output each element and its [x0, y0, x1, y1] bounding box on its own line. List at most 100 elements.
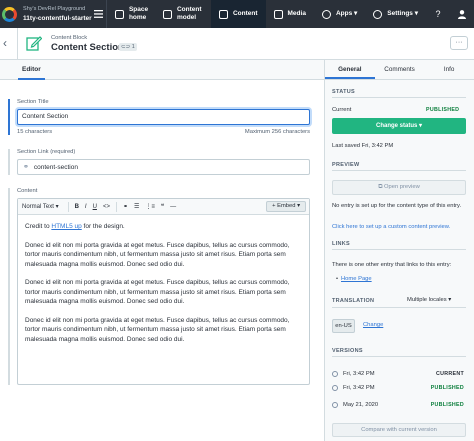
nav-label: Content [232, 10, 258, 17]
embed-button[interactable]: + Embed ▾ [266, 201, 306, 212]
rich-text-editor[interactable]: Normal Text ▾ B I U <> ⚭ ☰ ⋮≡ ❝ — + Embe… [17, 198, 310, 385]
last-saved: Last saved Fri, 3:42 PM [332, 143, 394, 149]
field-section-title: Section Title Content Section 15 charact… [8, 99, 314, 135]
tab-general[interactable]: General [325, 60, 375, 79]
content-model-icon [162, 9, 172, 19]
quote-icon[interactable]: ❝ [161, 203, 164, 210]
home-icon [114, 9, 124, 19]
linked-entry-bullet: • [336, 276, 339, 282]
help-icon[interactable]: ? [426, 0, 450, 28]
linked-entry-link[interactable]: Home Page [341, 276, 372, 282]
space-subtitle: Shy's DevRel Playground [23, 6, 86, 12]
field-section-link: Section Link (required) ⚭ content-sectio… [8, 149, 314, 175]
chevron-down-icon: ▾ [414, 10, 418, 17]
more-actions-button[interactable]: ··· [450, 36, 468, 50]
nav-apps[interactable]: Apps ▾ [314, 0, 365, 28]
text: Credit to [25, 223, 52, 230]
user-icon[interactable] [450, 0, 474, 28]
settings-icon [373, 9, 383, 19]
version-date: May 21, 2020 [343, 402, 379, 408]
nav-label: Settings [387, 10, 413, 17]
locale-mode-dropdown[interactable]: Multiple locales ▾ [407, 297, 451, 303]
nav-content-model[interactable]: Content model [155, 0, 211, 28]
version-row[interactable]: Fri, 3:42 PM PUBLISHED [332, 385, 464, 391]
section-link-input[interactable]: ⚭ content-section [17, 159, 310, 175]
nav-content[interactable]: Content [210, 0, 266, 28]
menu-icon[interactable] [92, 0, 107, 28]
radio-button[interactable] [332, 385, 338, 391]
locale-badge: en-US [332, 319, 355, 333]
contentful-logo[interactable] [0, 0, 19, 28]
horizontal-rule-icon[interactable]: — [170, 204, 176, 210]
entry-header: ‹ Content Block Content Section ⊂⊃ 1 ··· [0, 28, 474, 60]
nav-space-home[interactable]: Space home [107, 0, 155, 28]
radio-button[interactable] [332, 371, 338, 377]
version-row[interactable]: May 21, 2020 PUBLISHED [332, 402, 464, 408]
nav-label: Apps [335, 10, 353, 17]
html5up-link[interactable]: HTML5 up [51, 223, 81, 230]
main-nav: Space home Content model Content Media A… [107, 0, 426, 28]
bulleted-list-icon[interactable]: ☰ [134, 203, 139, 210]
preview-note: No entry is set up for the content type … [332, 203, 462, 209]
change-locale-link[interactable]: Change [363, 322, 383, 328]
space-name: 11ty-contentful-starter [23, 15, 92, 22]
field-label: Section Link (required) [17, 149, 76, 155]
nav-label: Space home [128, 6, 149, 21]
open-preview-button[interactable]: ⧉ Open preview [332, 180, 466, 195]
version-row[interactable]: Fri, 3:42 PM CURRENT [332, 371, 464, 377]
field-label: Content [17, 188, 38, 194]
field-label: Section Title [17, 99, 49, 105]
version-date: Fri, 3:42 PM [343, 385, 375, 391]
change-status-button[interactable]: Change status ▾ [332, 118, 466, 134]
paragraph: Donec id elit non mi porta gravida at eg… [25, 279, 290, 305]
nav-media[interactable]: Media [266, 0, 314, 28]
code-icon[interactable]: <> [103, 204, 110, 210]
version-status: PUBLISHED [430, 385, 464, 391]
apps-icon [321, 9, 331, 19]
text: for the design. [81, 223, 125, 230]
editor-tab-bar: Editor [0, 60, 324, 80]
nav-label: Media [287, 10, 306, 17]
status-heading: STATUS [332, 89, 355, 95]
divider [332, 307, 466, 308]
paragraph: Donec id elit non mi porta gravida at eg… [25, 241, 290, 268]
hyperlink-icon[interactable]: ⚭ [123, 203, 128, 210]
chevron-down-icon: ▾ [354, 10, 358, 17]
divider [332, 356, 466, 357]
entry-edit-icon [26, 36, 42, 51]
top-bar-right: ? [426, 0, 474, 28]
rich-text-body[interactable]: Credit to HTML5 up for the design. Donec… [18, 215, 309, 344]
section-title-input[interactable]: Content Section [17, 109, 310, 125]
tab-comments[interactable]: Comments [375, 60, 425, 79]
tab-editor[interactable]: Editor [18, 60, 45, 80]
radio-button[interactable] [332, 402, 338, 408]
back-arrow-icon[interactable]: ‹ [3, 36, 7, 50]
top-bar: Shy's DevRel Playground 11ty-contentful-… [0, 0, 474, 28]
nav-settings[interactable]: Settings ▾ [365, 0, 426, 28]
links-text: There is one other entry that links to t… [332, 262, 452, 268]
compare-versions-button[interactable]: Compare with current version [332, 423, 466, 437]
divider [17, 28, 18, 60]
char-max: Maximum 256 characters [244, 129, 310, 135]
paragraph: Credit to HTML5 up for the design. [25, 222, 302, 232]
contentful-logo-icon [2, 6, 18, 22]
tab-info[interactable]: Info [424, 60, 474, 79]
setup-preview-link[interactable]: Click here to set up a custom content pr… [332, 224, 466, 230]
sidebar-tabs: General Comments Info [325, 60, 474, 80]
content-type-name: Content Block [51, 35, 88, 41]
divider [115, 201, 117, 212]
divider [332, 97, 466, 98]
space-switcher[interactable]: Shy's DevRel Playground 11ty-contentful-… [19, 5, 92, 23]
reference-count-badge[interactable]: ⊂⊃ 1 [119, 43, 137, 51]
preview-heading: PREVIEW [332, 162, 360, 168]
bold-icon[interactable]: B [75, 204, 79, 210]
divider [332, 170, 466, 171]
rich-text-toolbar: Normal Text ▾ B I U <> ⚭ ☰ ⋮≡ ❝ — + Embe… [18, 199, 309, 215]
text-format-dropdown[interactable]: Normal Text ▾ [22, 203, 59, 210]
italic-icon[interactable]: I [85, 204, 87, 210]
content-icon [218, 9, 228, 19]
char-counter: 15 characters Maximum 256 characters [17, 129, 310, 135]
underline-icon[interactable]: U [93, 204, 97, 210]
current-label: Current [332, 107, 352, 113]
numbered-list-icon[interactable]: ⋮≡ [145, 203, 155, 210]
